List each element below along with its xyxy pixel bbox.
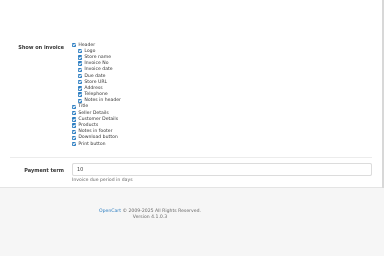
checkbox-row[interactable]: Print button (72, 141, 121, 147)
checkbox[interactable] (78, 55, 83, 60)
checkbox-label: Notes in header (84, 98, 121, 104)
checkbox-label: Address (84, 85, 103, 91)
checkbox-label: Store name (84, 54, 112, 60)
checkbox[interactable] (78, 67, 83, 73)
checkbox-row[interactable]: Notes in header (72, 98, 121, 104)
checkbox-label: Download button (78, 135, 118, 141)
checkbox-label: Seller Details (78, 110, 109, 116)
checkbox-label: Invoice date (84, 67, 113, 73)
version-text: Version 4.1.0.3 (132, 215, 168, 220)
footer: OpenCart © 2009-2025 All Rights Reserved… (0, 209, 300, 221)
checkbox-row[interactable]: Customer Details (72, 116, 121, 122)
checkbox-label: Store URL (84, 79, 108, 85)
checkbox[interactable] (78, 49, 83, 54)
checkbox[interactable] (78, 98, 83, 103)
checkbox-label: Invoice No (84, 61, 109, 67)
payment-term-label: Payment term (24, 168, 64, 174)
checkbox[interactable] (72, 110, 77, 116)
checkbox-row[interactable]: Download button (72, 135, 121, 141)
show-on-invoice-label: Show on invoice (18, 45, 64, 51)
checkbox-label: Print button (78, 141, 106, 147)
checkbox-label: Logo (84, 48, 96, 54)
checkbox-label: Notes in footer (78, 129, 113, 135)
checkbox[interactable] (78, 86, 83, 91)
opencart-link[interactable]: OpenCart (99, 209, 121, 214)
checkbox[interactable] (78, 73, 83, 79)
checkbox[interactable] (78, 80, 83, 85)
checkbox-label: Products (78, 123, 99, 129)
checkbox[interactable] (72, 129, 77, 134)
checkbox[interactable] (72, 141, 77, 147)
show-on-invoice-checkbox-list: Header Logo Store name Invoice No Invoice da… (72, 42, 121, 147)
checkbox[interactable] (72, 135, 77, 141)
payment-term-help: Invoice due period in days (72, 178, 133, 183)
checkbox-label: Title (78, 104, 89, 110)
copyright-text: © 2009-2025 All Rights Reserved. (121, 209, 201, 214)
checkbox-label: Telephone (84, 92, 108, 98)
divider (10, 157, 372, 158)
checkbox[interactable] (72, 42, 77, 48)
checkbox-label: Customer Details (78, 116, 119, 122)
settings-panel: Show on invoice Header Logo Store name Invo… (0, 0, 384, 188)
checkbox[interactable] (78, 61, 83, 66)
checkbox-label: Header (78, 42, 96, 48)
checkbox-label: Due date (84, 73, 106, 79)
checkbox[interactable] (78, 92, 83, 97)
payment-term-input[interactable] (72, 163, 372, 176)
checkbox[interactable] (72, 123, 77, 128)
checkbox[interactable] (72, 104, 77, 110)
checkbox[interactable] (72, 117, 77, 122)
